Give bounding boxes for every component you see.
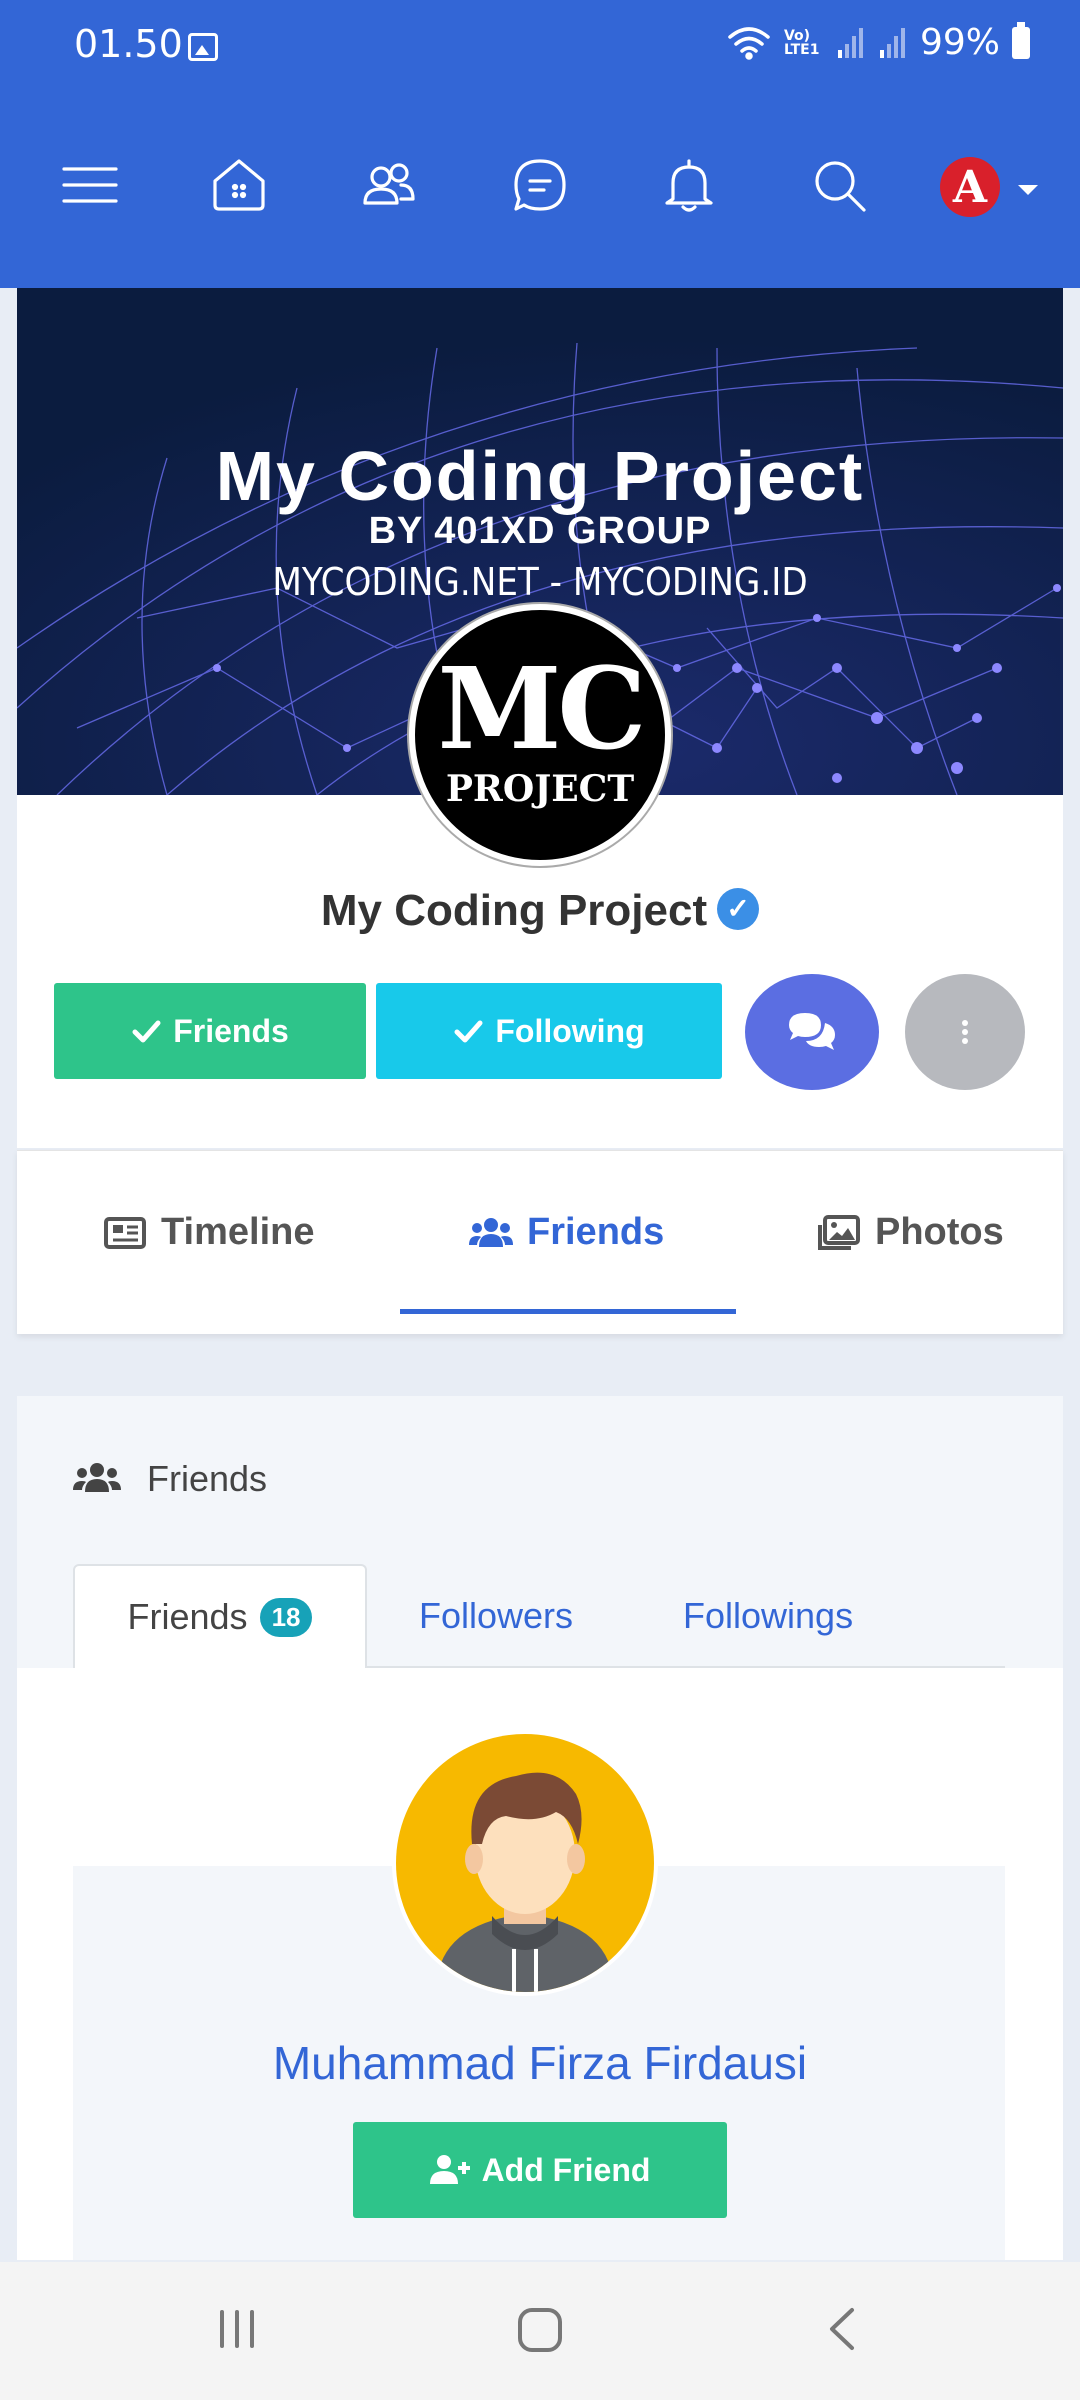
panel-title: Friends <box>147 1458 268 1499</box>
comments-icon <box>789 1013 835 1050</box>
chat-icon[interactable] <box>508 153 572 217</box>
subtab-followings-label: Followings <box>683 1595 854 1636</box>
user-avatar[interactable]: A <box>940 157 1000 217</box>
user-plus-icon <box>429 2155 470 2184</box>
tab-photos-label: Photos <box>875 1211 1004 1253</box>
system-navigation-bar <box>0 2262 1080 2400</box>
tab-friends[interactable]: Friends <box>469 1211 664 1254</box>
friends-button[interactable]: Friends <box>54 983 366 1079</box>
tab-timeline-label: Timeline <box>161 1211 315 1253</box>
bell-icon[interactable] <box>657 153 721 217</box>
vertical-dots-icon <box>962 1020 968 1044</box>
status-bar: 01.50 Vo) LTE1 99% <box>0 0 1080 95</box>
home-button-icon[interactable] <box>514 2304 566 2361</box>
profile-name: My Coding Project <box>320 886 708 935</box>
profile-tabs: Timeline Friends Photos <box>17 1150 1063 1334</box>
friends-count-badge: 18 <box>259 1597 313 1637</box>
users-icon <box>73 1463 121 1492</box>
battery-percent: 99% <box>919 22 1000 63</box>
profile-name-row: My Coding Project ✓ <box>17 886 1063 936</box>
signal-icon-2 <box>879 27 905 58</box>
subtab-friends[interactable]: Friends 18 <box>73 1564 367 1668</box>
cover-subtitle: BY 401XD GROUP <box>368 510 712 552</box>
menu-icon[interactable] <box>58 153 122 217</box>
tab-photos[interactable]: Photos <box>817 1211 1004 1254</box>
following-button[interactable]: Following <box>376 983 722 1079</box>
users-icon[interactable] <box>357 153 421 217</box>
friends-button-label: Friends <box>173 1012 289 1049</box>
battery-icon <box>1012 21 1030 59</box>
profile-picture-project: PROJECT <box>445 768 635 810</box>
subtab-followers-label: Followers <box>419 1595 574 1636</box>
status-time: 01.50 <box>74 22 183 66</box>
search-icon[interactable] <box>807 153 871 217</box>
add-friend-button[interactable]: Add Friend <box>353 2122 727 2218</box>
signal-icon <box>837 27 863 58</box>
users-icon <box>469 1217 513 1247</box>
top-navbar: A <box>0 95 1080 288</box>
following-button-label: Following <box>495 1012 645 1049</box>
profile-card: My Coding Project BY 401XD GROUP MYCODIN… <box>17 288 1063 1148</box>
person-avatar-icon <box>396 1734 654 1992</box>
cover-domains: MYCODING.NET - MYCODING.ID <box>272 560 808 604</box>
subtab-followings[interactable]: Followings <box>683 1564 853 1668</box>
tab-timeline[interactable]: Timeline <box>103 1211 314 1254</box>
profile-picture-mc: MC <box>437 644 646 775</box>
gallery-notification-icon <box>188 33 218 61</box>
cover-title: My Coding Project <box>215 437 865 515</box>
message-button[interactable] <box>745 974 879 1090</box>
tab-friends-label: Friends <box>527 1211 665 1253</box>
network-type: Vo) LTE1 <box>783 27 820 58</box>
friend-avatar[interactable] <box>392 1730 658 1996</box>
status-indicators: Vo) LTE1 99% <box>726 21 1030 63</box>
subtab-friends-label: Friends <box>127 1596 248 1637</box>
verified-check-icon: ✓ <box>717 888 760 931</box>
active-tab-indicator <box>400 1309 736 1314</box>
check-icon <box>454 1020 483 1043</box>
recent-apps-icon[interactable] <box>212 2304 262 2359</box>
wifi-icon <box>728 26 770 60</box>
images-icon <box>818 1214 860 1250</box>
panel-header: Friends <box>73 1458 267 1500</box>
friend-name[interactable]: Muhammad Firza Firdausi <box>0 2036 1080 2090</box>
back-icon[interactable] <box>818 2304 868 2359</box>
check-icon <box>132 1020 161 1043</box>
add-friend-label: Add Friend <box>481 2151 651 2188</box>
newspaper-icon <box>104 1216 146 1249</box>
more-options-button[interactable] <box>905 974 1025 1090</box>
subtab-followers[interactable]: Followers <box>419 1564 573 1668</box>
profile-picture[interactable]: MC PROJECT <box>409 604 671 866</box>
home-icon[interactable] <box>207 153 271 217</box>
chevron-down-icon[interactable] <box>1018 185 1038 195</box>
